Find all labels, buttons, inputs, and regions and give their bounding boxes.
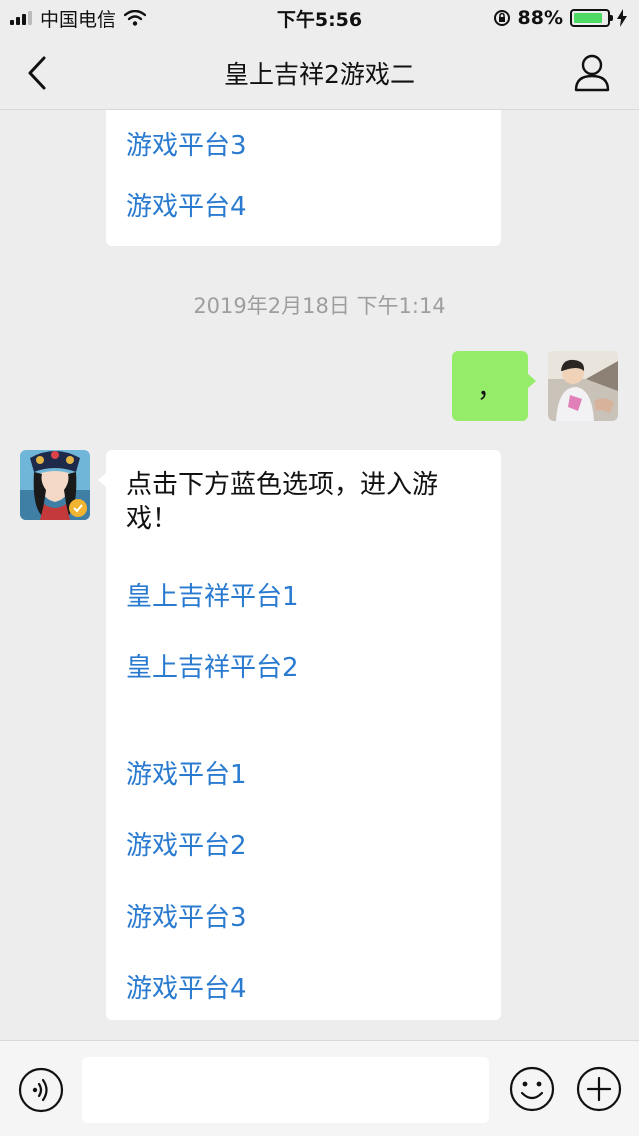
- link-huangshang-platform-1[interactable]: 皇上吉祥平台1: [126, 576, 299, 613]
- chat-area[interactable]: 游戏平台3 游戏平台4 2019年2月18日 下午1:14 ， 点击下方蓝色选项…: [0, 110, 639, 1040]
- link-game-platform-4[interactable]: 游戏平台4: [126, 186, 247, 223]
- battery-percent: 88%: [517, 7, 563, 29]
- incoming-text: 点击下方蓝色选项，进入游戏！: [126, 470, 439, 534]
- link-game-platform-4[interactable]: 游戏平台4: [126, 968, 247, 1005]
- contact-avatar[interactable]: [20, 450, 90, 520]
- input-bar: [0, 1040, 639, 1136]
- status-left: 中国电信: [10, 5, 147, 32]
- message-input[interactable]: [82, 1057, 489, 1123]
- charging-icon: [617, 9, 627, 27]
- chevron-left-icon[interactable]: [22, 54, 52, 92]
- carrier-name: 中国电信: [40, 8, 117, 31]
- status-bar: 中国电信 下午5:56 88%: [0, 0, 639, 36]
- link-game-platform-1[interactable]: 游戏平台1: [126, 754, 247, 791]
- incoming-bubble: 点击下方蓝色选项，进入游戏！ 皇上吉祥平台1 皇上吉祥平台2 游戏平台1 游戏平…: [98, 450, 501, 1020]
- voice-icon[interactable]: [18, 1067, 64, 1113]
- self-avatar[interactable]: [548, 351, 618, 421]
- battery-icon: [570, 9, 613, 27]
- person-icon[interactable]: [573, 52, 611, 92]
- outgoing-bubble[interactable]: ，: [452, 351, 536, 421]
- plus-icon[interactable]: [575, 1065, 623, 1113]
- message-timestamp: 2019年2月18日 下午1:14: [193, 294, 446, 318]
- rotation-lock-icon: [493, 10, 510, 26]
- emoji-icon[interactable]: [508, 1065, 556, 1113]
- battery-fill: [574, 13, 603, 23]
- incoming-bubble-previous: 游戏平台3 游戏平台4: [106, 110, 501, 246]
- signal-icon: [10, 11, 32, 25]
- link-game-platform-2[interactable]: 游戏平台2: [126, 825, 247, 862]
- link-game-platform-3[interactable]: 游戏平台3: [126, 897, 247, 934]
- status-right: 88%: [493, 7, 627, 29]
- wifi-icon: [124, 10, 147, 26]
- outgoing-text: ，: [476, 373, 503, 404]
- link-huangshang-platform-2[interactable]: 皇上吉祥平台2: [126, 647, 299, 684]
- nav-bar: 皇上吉祥2游戏二: [0, 36, 639, 110]
- chat-title: 皇上吉祥2游戏二: [224, 59, 415, 89]
- link-game-platform-3[interactable]: 游戏平台3: [126, 125, 247, 162]
